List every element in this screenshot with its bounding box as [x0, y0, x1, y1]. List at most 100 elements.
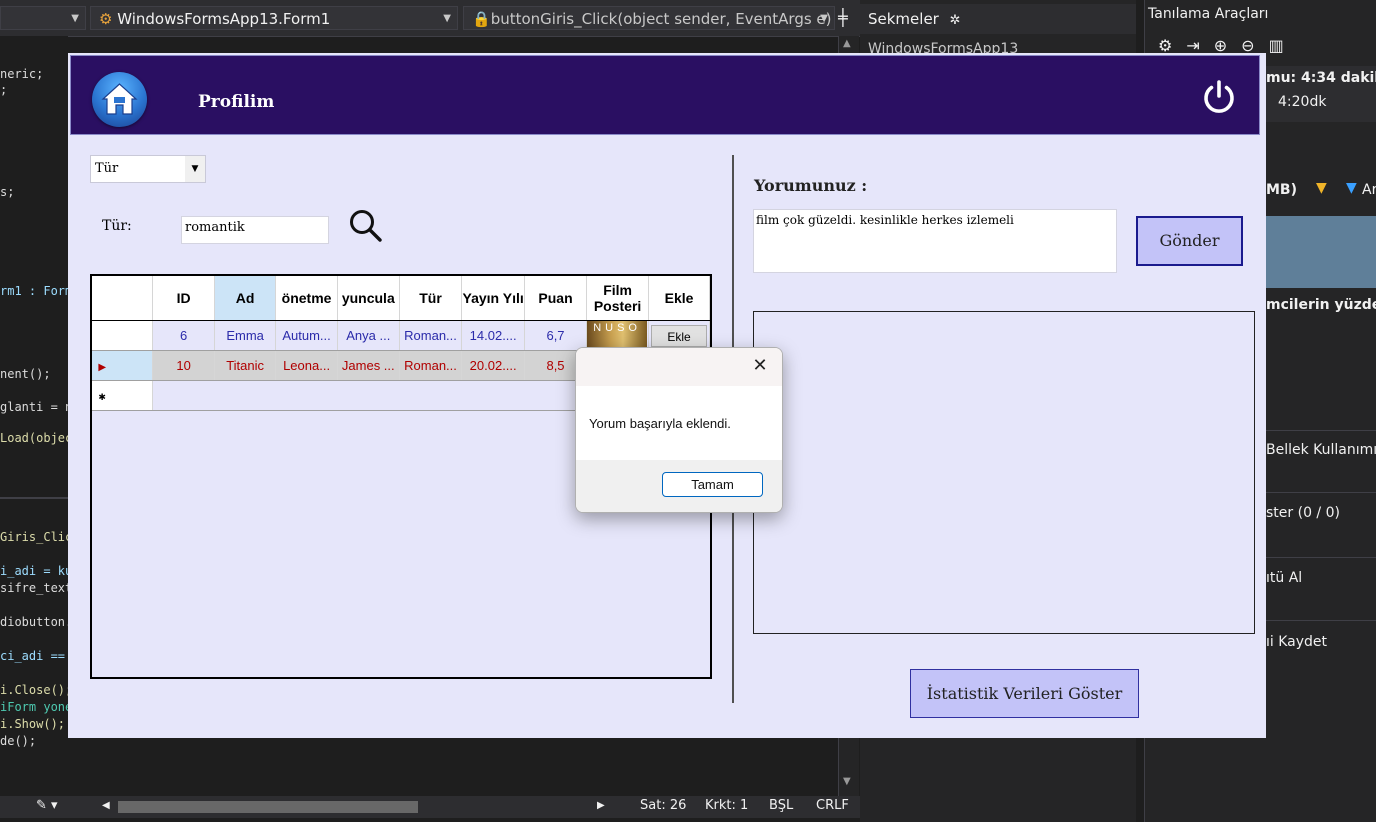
code-line: nent();: [0, 367, 51, 381]
send-button[interactable]: Gönder: [1136, 216, 1243, 266]
code-text: i.Close();: [0, 683, 73, 697]
horizontal-scroll-thumb[interactable]: [118, 801, 418, 813]
class-combo[interactable]: ⚙ WindowsFormsApp13.Form1 ▼: [90, 6, 458, 30]
brush-icon[interactable]: ✎ ▾: [36, 798, 58, 813]
home-button[interactable]: [92, 72, 147, 127]
cell-tur[interactable]: Roman...: [399, 350, 463, 381]
memory-usage-tab[interactable]: Bellek Kullanımı: [1266, 442, 1376, 458]
cell-oyuncular[interactable]: James ...: [337, 350, 400, 381]
gc-marker-icon: ▼: [1316, 180, 1327, 196]
close-icon[interactable]: ✕: [750, 356, 770, 376]
column-header[interactable]: ID: [152, 276, 215, 321]
take-snapshot-button[interactable]: ıtü Al: [1266, 570, 1302, 586]
table-row[interactable]: 6 Emma Autum... Anya ... Roman... 14.02.…: [92, 320, 710, 351]
separator: [1266, 557, 1376, 558]
row-header[interactable]: [92, 320, 154, 351]
session-duration: mu: 4:34 dakika: [1266, 70, 1376, 86]
snapshot-marker-icon: ▼: [1346, 180, 1357, 196]
code-line: rm1 : Form: [0, 284, 72, 298]
row-header-current[interactable]: ▶: [92, 350, 154, 381]
status-mode: BŞL: [769, 798, 794, 813]
code-text: i.Show();: [0, 717, 66, 731]
scroll-down-icon[interactable]: ▼: [843, 776, 851, 787]
diagnostics-title: Tanılama Araçları: [1148, 6, 1269, 22]
statistics-button[interactable]: İstatistik Verileri Göster: [910, 669, 1139, 718]
scroll-left-icon[interactable]: ◀: [102, 800, 110, 811]
code-line: ;: [0, 83, 8, 97]
sekmeler-title: Sekmeler: [868, 10, 939, 28]
message-box: ✕ Yorum başarıyla eklendi. Tamam: [575, 347, 783, 513]
code-line: i_adi = ku: [0, 564, 72, 578]
comment-label: Yorumunuz :: [754, 176, 868, 195]
cell-ekle[interactable]: Ekle: [648, 320, 710, 351]
class-icon: ⚙: [99, 10, 118, 28]
search-button[interactable]: [348, 208, 384, 244]
legend-ar: Ar: [1362, 182, 1376, 198]
search-icon: [350, 210, 382, 242]
cell-puan[interactable]: 6,7: [524, 320, 588, 351]
memory-graph: [1266, 216, 1376, 288]
cell-yonetmen[interactable]: Autum...: [275, 320, 338, 351]
scroll-up-icon[interactable]: ▲: [843, 38, 851, 49]
column-header[interactable]: yuncula: [337, 276, 400, 321]
column-header[interactable]: önetme: [275, 276, 338, 321]
gear-icon[interactable]: ✲: [950, 13, 961, 28]
member-combo-label: buttonGiris_Click(object sender, EventAr…: [490, 10, 832, 28]
cell-id[interactable]: 10: [152, 350, 215, 381]
ok-button[interactable]: Tamam: [662, 472, 763, 497]
sekmeler-header: Sekmeler ✲: [860, 4, 1136, 34]
separator: [1266, 492, 1376, 493]
power-button[interactable]: [1200, 78, 1238, 116]
code-line: iForm yone: [0, 700, 72, 714]
column-header[interactable]: Puan: [524, 276, 588, 321]
column-header[interactable]: Film Posteri: [586, 276, 650, 321]
editor-statusbar: ✎ ▾ ◀ ▶ Sat: 26 Krkt: 1 BŞL CRLF: [0, 796, 860, 818]
method-lock-icon: 🔒: [472, 10, 491, 28]
code-line: ci_adi ==: [0, 649, 65, 663]
events-filter[interactable]: ster (0 / 0): [1266, 505, 1340, 521]
cell-ad[interactable]: Emma: [214, 320, 277, 351]
row-header-new[interactable]: ✱: [92, 380, 154, 411]
code-text: Load(objec: [0, 431, 73, 445]
reset-zoom-icon[interactable]: ▥: [1269, 36, 1298, 55]
project-combo[interactable]: ▼: [0, 6, 86, 30]
code-line: s;: [0, 185, 15, 199]
genre-combo[interactable]: Tür ▼: [90, 155, 206, 183]
cell-poster[interactable]: NUSO: [586, 320, 650, 351]
cell-yayin[interactable]: 14.02....: [461, 320, 525, 351]
comment-textbox[interactable]: film çok güzeldi. kesinlikle herkes izle…: [753, 209, 1117, 273]
column-header[interactable]: Ekle: [648, 276, 710, 321]
chevron-down-icon: ▼: [820, 13, 828, 24]
chevron-down-icon[interactable]: ▼: [185, 156, 205, 182]
column-header[interactable]: Yayın Yılı: [461, 276, 525, 321]
page-title: Profilim: [198, 92, 275, 112]
save-button[interactable]: ıi Kaydet: [1266, 634, 1327, 650]
cell-yonetmen[interactable]: Leona...: [275, 350, 338, 381]
split-icon[interactable]: ╪: [838, 8, 848, 27]
cell-ad[interactable]: Titanic: [214, 350, 277, 381]
row-header-corner: [92, 276, 154, 321]
column-header[interactable]: Ad: [214, 276, 277, 321]
code-line: sifre_text: [0, 581, 73, 595]
class-combo-label: WindowsFormsApp13.Form1: [117, 10, 331, 28]
power-icon: [1204, 80, 1234, 113]
code-editor[interactable]: neric; ; s; rm1 : Form nent(); glanti = …: [0, 36, 72, 798]
cell-id[interactable]: 6: [152, 320, 215, 351]
poster-image: NUSO: [587, 321, 648, 350]
genre-search-input[interactable]: romantik: [181, 216, 329, 244]
code-line: de();: [0, 734, 37, 748]
member-combo[interactable]: 🔒buttonGiris_Click(object sender, EventA…: [463, 6, 835, 30]
column-header[interactable]: Tür: [399, 276, 463, 321]
cell-tur[interactable]: Roman...: [399, 320, 463, 351]
cell-yayin[interactable]: 20.02....: [461, 350, 525, 381]
scroll-right-icon[interactable]: ▶: [597, 800, 605, 811]
ekle-button[interactable]: Ekle: [651, 324, 708, 347]
new-row-icon: ✱: [98, 392, 106, 402]
timeline-tick: 4:20dk: [1278, 94, 1327, 110]
chevron-down-icon: ▼: [443, 13, 451, 24]
status-char: Krkt: 1: [705, 798, 749, 813]
cell-oyuncular[interactable]: Anya ...: [337, 320, 400, 351]
home-icon: [101, 83, 138, 115]
grid-header-row: ID Ad önetme yuncula Tür Yayın Yılı Puan…: [92, 276, 710, 321]
code-line: diobutton.: [0, 615, 73, 629]
